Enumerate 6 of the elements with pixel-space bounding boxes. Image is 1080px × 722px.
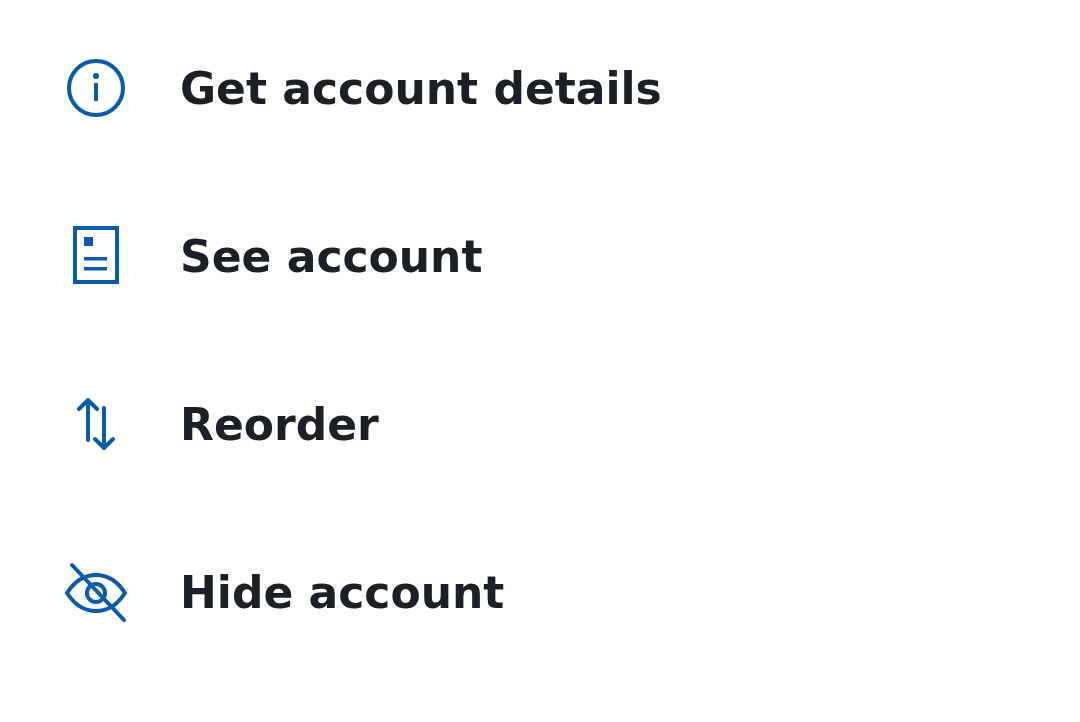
menu-item-label[interactable]: Get account details [180, 62, 662, 114]
menu-item-label[interactable]: Reorder [180, 398, 379, 450]
eye-slash-icon [64, 560, 128, 624]
menu-item-label[interactable]: See account [180, 230, 483, 282]
menu-item-label[interactable]: Hide account [180, 566, 505, 618]
info-icon [64, 56, 128, 120]
